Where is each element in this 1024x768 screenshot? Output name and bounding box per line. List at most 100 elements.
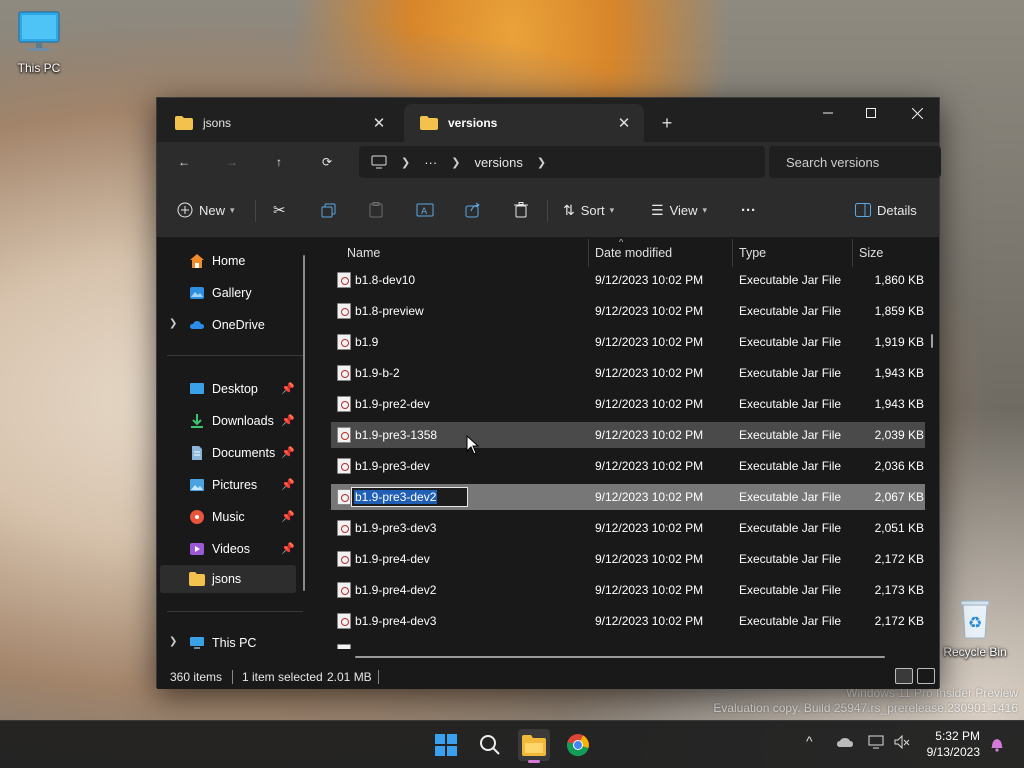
notification-bell-icon[interactable] bbox=[990, 736, 1004, 752]
column-header-name[interactable]: Name bbox=[347, 246, 380, 260]
sidebar-item-music[interactable]: Music 📌 bbox=[157, 503, 297, 531]
pin-icon[interactable]: 📌 bbox=[281, 478, 295, 491]
chevron-right-icon[interactable]: ❯ bbox=[169, 318, 177, 329]
pin-icon[interactable]: 📌 bbox=[281, 542, 295, 555]
breadcrumb-current[interactable]: versions bbox=[474, 155, 522, 170]
new-button[interactable]: New ▾ bbox=[177, 196, 235, 224]
sidebar-item-jsons[interactable]: jsons bbox=[160, 565, 296, 593]
horizontal-scrollbar[interactable] bbox=[355, 656, 885, 658]
column-header-type[interactable]: Type bbox=[739, 246, 766, 260]
column-header-size[interactable]: Size bbox=[859, 246, 883, 260]
file-date: 9/12/2023 10:02 PM bbox=[595, 459, 704, 473]
table-row-partial[interactable] bbox=[331, 639, 925, 649]
view-button[interactable]: ☰ View ▾ bbox=[651, 196, 707, 224]
desktop-icon-recycle-bin[interactable]: ♻ Recycle Bin bbox=[940, 598, 1010, 659]
plus-circle-icon bbox=[177, 202, 193, 218]
pin-icon[interactable]: 📌 bbox=[281, 510, 295, 523]
jar-file-icon bbox=[337, 520, 351, 536]
onedrive-tray-icon[interactable] bbox=[836, 735, 854, 749]
share-button[interactable] bbox=[465, 196, 481, 224]
file-name: b1.9-b-2 bbox=[355, 366, 400, 380]
sidebar-item-onedrive[interactable]: ❯ OneDrive bbox=[157, 311, 297, 339]
table-row[interactable]: b1.9-pre4-dev 9/12/2023 10:02 PM Executa… bbox=[331, 546, 925, 572]
windows-logo-icon bbox=[435, 734, 457, 756]
file-type: Executable Jar File bbox=[739, 304, 842, 318]
cut-button[interactable]: ✂ bbox=[273, 196, 286, 224]
file-name: b1.8-dev10 bbox=[355, 273, 416, 287]
sidebar-scrollbar[interactable] bbox=[303, 255, 305, 591]
command-bar: New ▾ ✂ A ⇅ Sort ▾ ☰ View ▾ ··· Details bbox=[157, 182, 939, 238]
rename-button[interactable]: A bbox=[416, 196, 434, 224]
close-tab-icon[interactable]: ✕ bbox=[614, 114, 634, 132]
address-bar[interactable]: ❯ ··· ❯ versions ❯ bbox=[359, 146, 765, 178]
details-pane-button[interactable]: Details bbox=[855, 196, 917, 224]
tiles-view-button[interactable] bbox=[917, 668, 935, 684]
vertical-scrollbar[interactable] bbox=[931, 334, 933, 348]
clock[interactable]: 5:32 PM 9/13/2023 bbox=[927, 728, 980, 760]
file-type: Executable Jar File bbox=[739, 459, 842, 473]
tray-overflow-chevron[interactable]: ^ bbox=[806, 733, 813, 749]
delete-button[interactable] bbox=[514, 196, 528, 224]
pin-icon[interactable]: 📌 bbox=[281, 382, 295, 395]
minimize-button[interactable] bbox=[805, 98, 851, 128]
column-divider[interactable] bbox=[852, 239, 853, 267]
pin-icon[interactable]: 📌 bbox=[281, 446, 295, 459]
table-row[interactable]: b1.9 9/12/2023 10:02 PM Executable Jar F… bbox=[331, 329, 925, 355]
chrome-taskbar-button[interactable] bbox=[562, 729, 594, 761]
search-button[interactable] bbox=[474, 729, 506, 761]
sidebar-item-gallery[interactable]: Gallery bbox=[157, 279, 297, 307]
close-window-button[interactable] bbox=[894, 98, 940, 128]
tab-versions[interactable]: versions ✕ bbox=[404, 104, 644, 142]
sidebar-item-this-pc[interactable]: ❯ This PC bbox=[157, 629, 297, 657]
copy-button[interactable] bbox=[321, 196, 336, 224]
pin-icon[interactable]: 📌 bbox=[281, 414, 295, 427]
sidebar-item-documents[interactable]: Documents 📌 bbox=[157, 439, 297, 467]
table-row[interactable]: b1.9-pre4-dev2 9/12/2023 10:02 PM Execut… bbox=[331, 577, 925, 603]
sidebar-item-label: Desktop bbox=[212, 382, 258, 396]
sidebar-item-pictures[interactable]: Pictures 📌 bbox=[157, 471, 297, 499]
paste-button[interactable] bbox=[369, 196, 383, 224]
tab-jsons[interactable]: jsons ✕ bbox=[159, 104, 399, 142]
column-header-date[interactable]: Date modified bbox=[595, 246, 672, 260]
sort-button[interactable]: ⇅ Sort ▾ bbox=[563, 196, 614, 224]
desktop-icon-this-pc[interactable]: This PC bbox=[4, 10, 74, 75]
file-explorer-taskbar-button[interactable] bbox=[518, 729, 550, 763]
table-row[interactable]: b1.8-dev10 9/12/2023 10:02 PM Executable… bbox=[331, 267, 925, 293]
rename-input[interactable]: b1.9-pre3-dev2 bbox=[351, 487, 468, 507]
start-button[interactable] bbox=[430, 729, 462, 761]
table-row[interactable]: b1.9-b-2 9/12/2023 10:02 PM Executable J… bbox=[331, 360, 925, 386]
table-row-selected[interactable]: b1.9-pre3-dev2 9/12/2023 10:02 PM Execut… bbox=[331, 484, 925, 510]
back-button[interactable]: ← bbox=[169, 148, 199, 176]
sidebar-item-desktop[interactable]: Desktop 📌 bbox=[157, 375, 297, 403]
table-row[interactable]: b1.9-pre3-dev 9/12/2023 10:02 PM Executa… bbox=[331, 453, 925, 479]
up-button[interactable]: ↑ bbox=[264, 148, 294, 176]
sidebar-item-home[interactable]: Home bbox=[157, 247, 297, 275]
maximize-button[interactable] bbox=[848, 98, 894, 128]
table-row[interactable]: b1.9-pre4-dev3 9/12/2023 10:02 PM Execut… bbox=[331, 608, 925, 634]
column-divider[interactable] bbox=[732, 239, 733, 267]
table-row[interactable]: b1.8-preview 9/12/2023 10:02 PM Executab… bbox=[331, 298, 925, 324]
sidebar-item-videos[interactable]: Videos 📌 bbox=[157, 535, 297, 563]
network-icon[interactable] bbox=[868, 735, 884, 749]
new-tab-button[interactable]: + bbox=[655, 111, 679, 135]
file-size: 2,036 KB bbox=[874, 459, 924, 473]
chevron-down-icon: ▾ bbox=[609, 204, 615, 215]
table-row[interactable]: b1.9-pre3-dev3 9/12/2023 10:02 PM Execut… bbox=[331, 515, 925, 541]
close-tab-icon[interactable]: ✕ bbox=[369, 114, 389, 132]
refresh-button[interactable]: ⟳ bbox=[312, 148, 342, 176]
chevron-right-icon[interactable]: ❯ bbox=[169, 636, 177, 647]
more-options-button[interactable]: ··· bbox=[741, 196, 756, 224]
volume-muted-icon[interactable] bbox=[894, 735, 910, 749]
details-view-button[interactable] bbox=[895, 668, 913, 684]
file-explorer-window: jsons ✕ versions ✕ + ← → ↑ ⟳ ❯ ··· ❯ ver… bbox=[156, 97, 941, 689]
search-input[interactable]: Search versions bbox=[769, 146, 941, 178]
forward-button[interactable]: → bbox=[217, 148, 247, 176]
watermark-line: Evaluation copy. Build 25947.rs_prerelea… bbox=[713, 701, 1018, 715]
table-row-hovered[interactable]: b1.9-pre3-1358 9/12/2023 10:02 PM Execut… bbox=[331, 422, 925, 448]
column-divider[interactable] bbox=[588, 239, 589, 267]
sidebar-item-downloads[interactable]: Downloads 📌 bbox=[157, 407, 297, 435]
sidebar-item-label: Gallery bbox=[212, 286, 252, 300]
breadcrumb-overflow[interactable]: ··· bbox=[424, 155, 437, 170]
file-size: 1,859 KB bbox=[874, 304, 924, 318]
table-row[interactable]: b1.9-pre2-dev 9/12/2023 10:02 PM Executa… bbox=[331, 391, 925, 417]
